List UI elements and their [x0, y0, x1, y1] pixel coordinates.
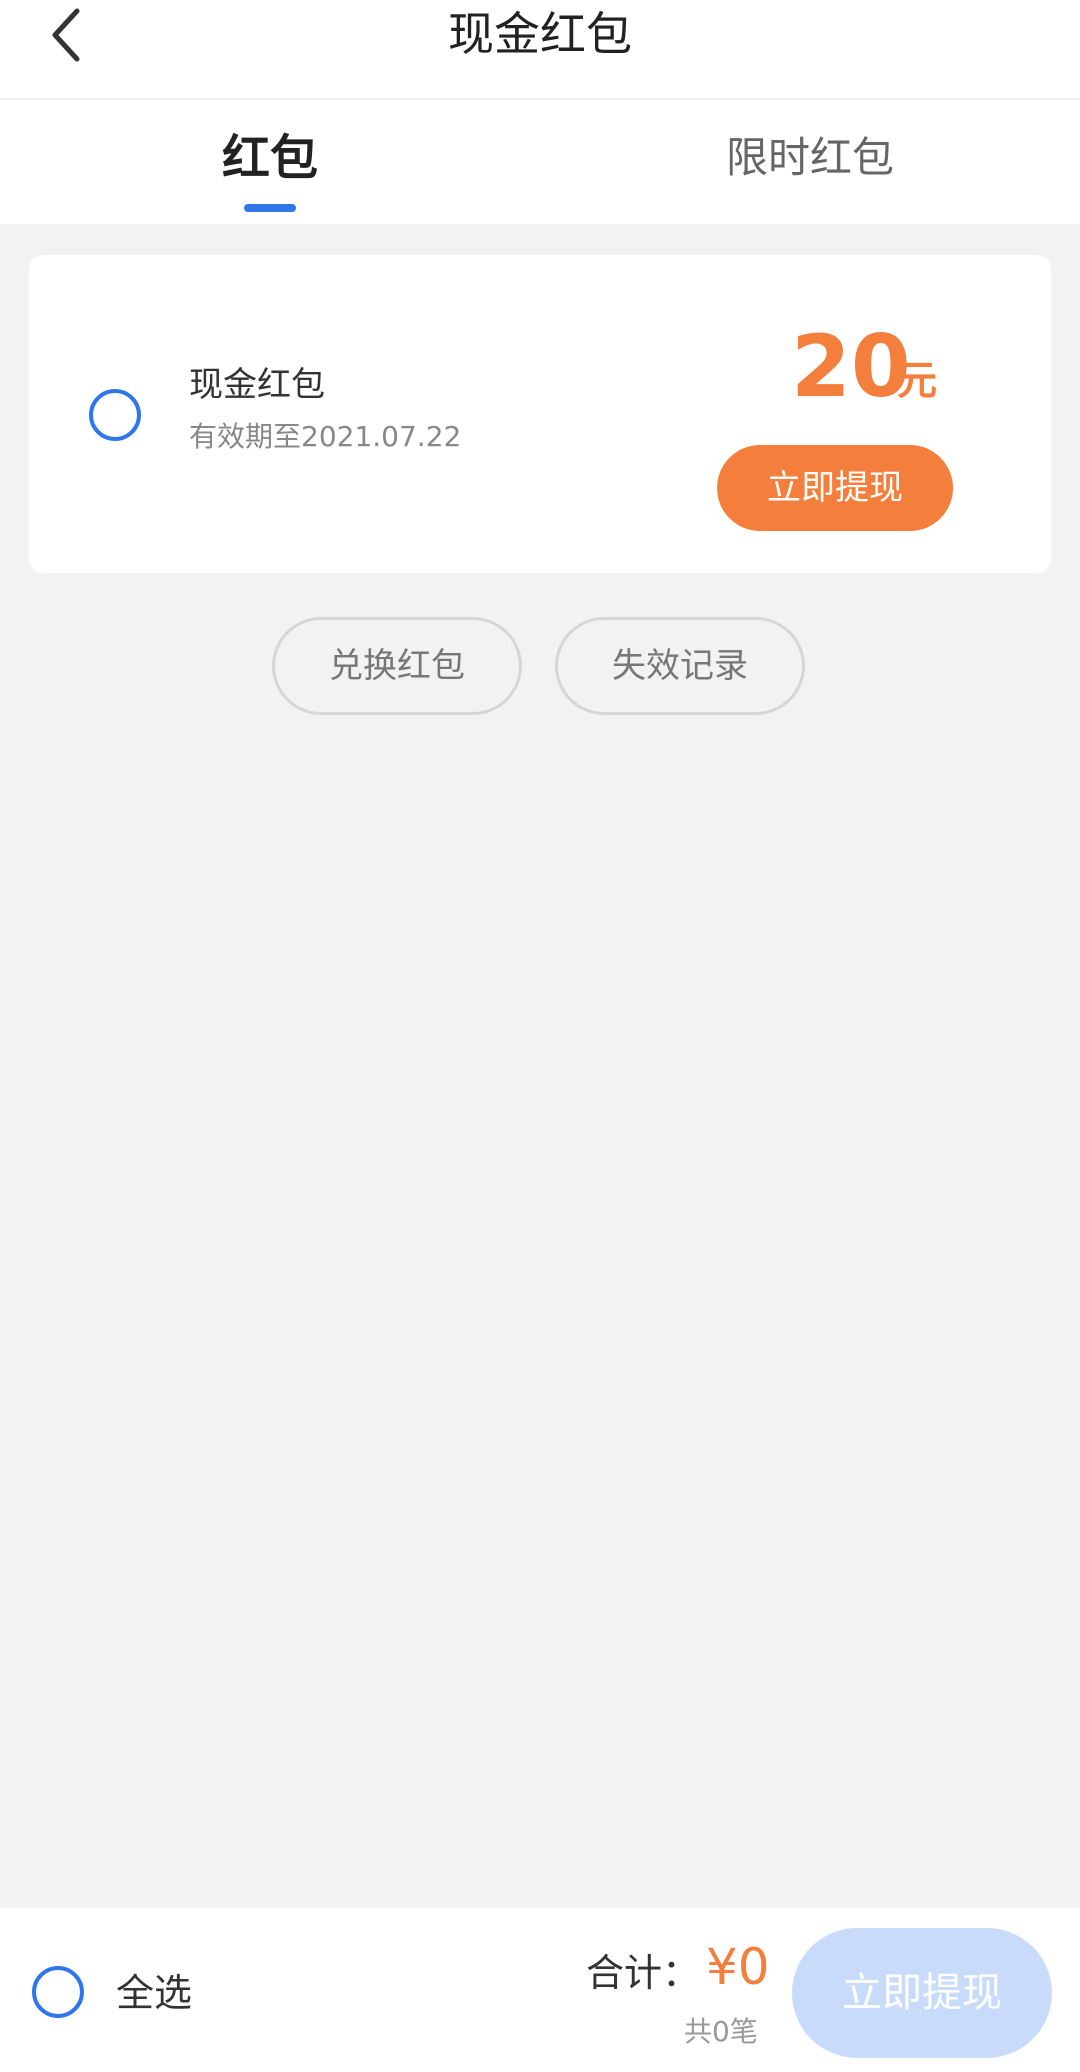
total-value: ¥0 [706, 1938, 770, 1996]
tab-bar: 红包 限时红包 [0, 100, 1080, 224]
page-title: 现金红包 [448, 7, 632, 61]
app-header: 现金红包 [0, 0, 1080, 100]
amount-value: 20 [791, 317, 911, 417]
exchange-red-packet-button[interactable]: 兑换红包 [272, 617, 522, 715]
total-label: 合计： [586, 1951, 701, 1995]
expired-records-button[interactable]: 失效记录 [555, 617, 805, 715]
selected-count: 共0笔 [684, 2015, 758, 2048]
tab-limited-red-packet[interactable]: 限时红包 [660, 128, 960, 188]
red-packet-card: 现金红包 有效期至2021.07.22 20 元 立即提现 [29, 255, 1051, 573]
page: 现金红包 红包 限时红包 现金红包 有效期至2021.07.22 20 元 立即… [0, 0, 1080, 2072]
select-all-label[interactable]: 全选 [116, 1968, 192, 2018]
bottom-bar: 全选 合计： ¥0 共0笔 立即提现 [0, 1908, 1080, 2072]
amount-unit: 元 [897, 358, 937, 404]
red-packet-amount: 20 元 [759, 317, 1009, 417]
tab-red-packet[interactable]: 红包 [120, 128, 420, 188]
active-tab-indicator [244, 204, 296, 212]
bottom-withdraw-button[interactable]: 立即提现 [792, 1928, 1052, 2058]
red-packet-title: 现金红包 [189, 365, 325, 405]
select-all-radio-icon[interactable] [32, 1966, 84, 2018]
withdraw-now-button[interactable]: 立即提现 [717, 445, 953, 531]
red-packet-expiry: 有效期至2021.07.22 [189, 420, 462, 453]
radio-unchecked-icon[interactable] [89, 389, 141, 441]
